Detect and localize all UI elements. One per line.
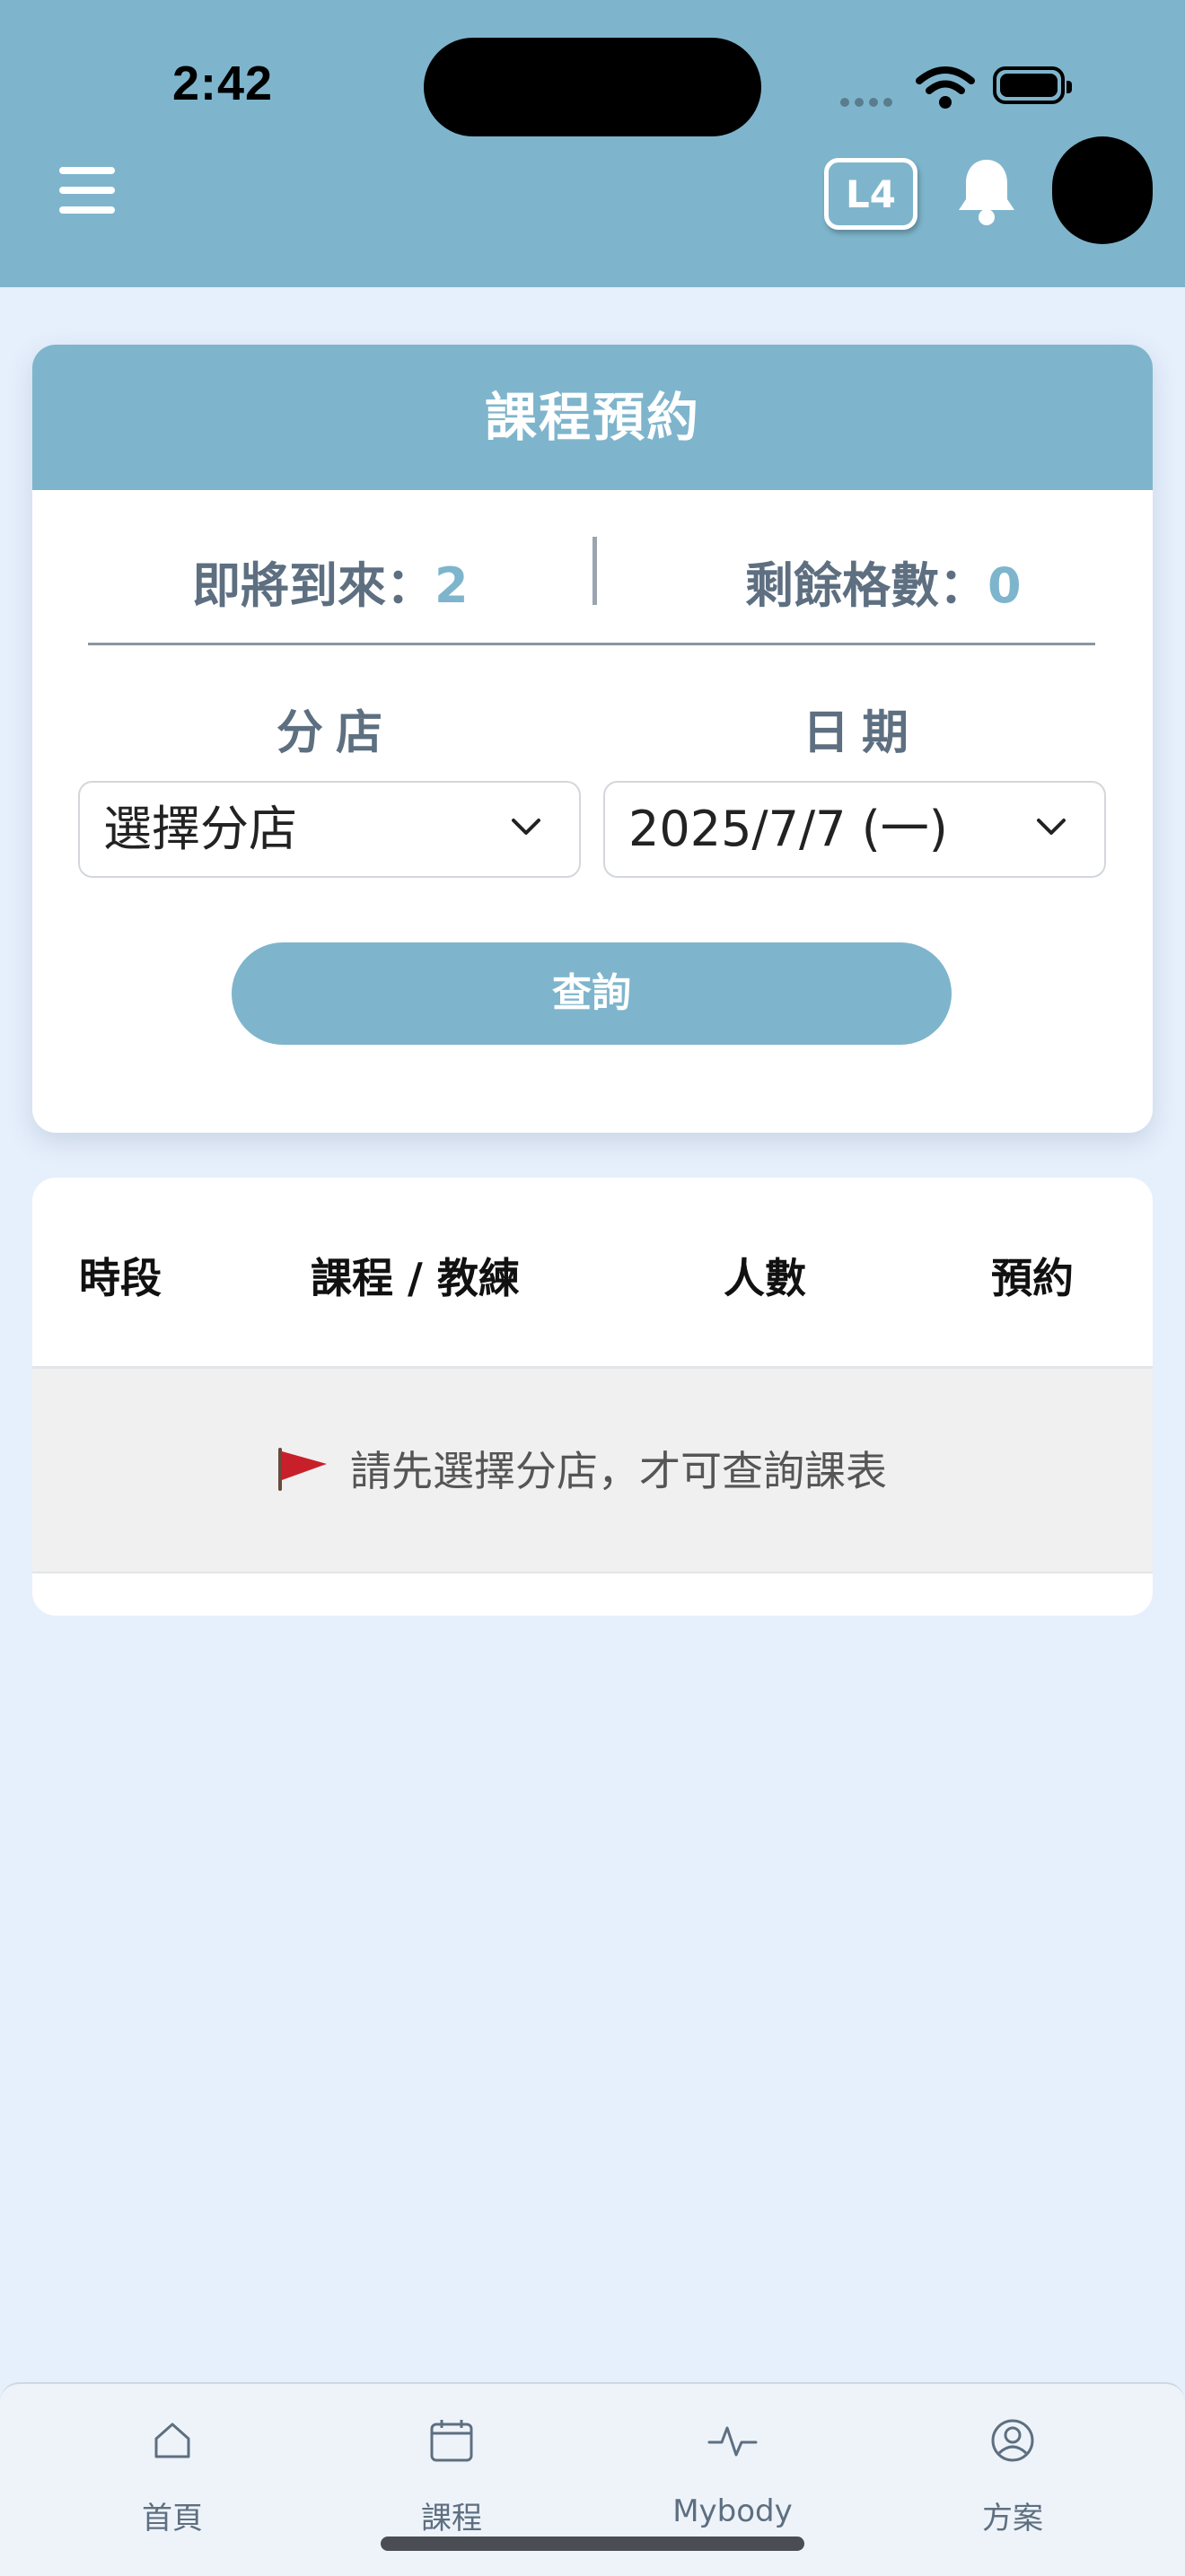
menu-icon[interactable] xyxy=(59,167,115,217)
remaining-stat: 剩餘格數：0 xyxy=(745,546,1022,617)
tab-plans-label: 方案 xyxy=(982,2501,1043,2537)
chevron-down-icon xyxy=(1037,819,1066,835)
upcoming-value: 2 xyxy=(434,557,469,614)
branch-label: 分店 xyxy=(276,706,396,760)
upcoming-label: 即將到來： xyxy=(192,557,434,614)
tab-home-label: 首頁 xyxy=(142,2501,203,2537)
tab-mybody-label: Mybody xyxy=(672,2493,793,2529)
schedule-table: 時段 課程 / 教練 人數 預約 請先選擇分店，才可查詢課表 xyxy=(32,1178,1153,1616)
remaining-label: 剩餘格數： xyxy=(745,557,988,614)
branch-select[interactable]: 選擇分店 xyxy=(78,781,581,878)
cellular-signal-icon xyxy=(840,93,898,110)
user-circle-icon xyxy=(991,2419,1034,2462)
red-flag-icon xyxy=(278,1448,327,1491)
chevron-down-icon xyxy=(512,819,540,835)
tab-home[interactable]: 首頁 xyxy=(83,2409,262,2537)
date-label: 日期 xyxy=(803,706,922,760)
query-button[interactable]: 查詢 xyxy=(232,942,952,1045)
bell-icon[interactable] xyxy=(955,156,1018,226)
tab-courses[interactable]: 課程 xyxy=(362,2409,541,2537)
tab-courses-label: 課程 xyxy=(421,2501,482,2537)
upcoming-stat: 即將到來：2 xyxy=(192,546,469,617)
battery-icon xyxy=(993,66,1072,104)
tab-mybody[interactable]: Mybody xyxy=(643,2409,822,2529)
branch-select-value: 選擇分店 xyxy=(103,801,297,857)
calendar-icon xyxy=(430,2420,473,2462)
column-header-course: 課程 / 教練 xyxy=(311,1254,520,1302)
stats-divider xyxy=(592,537,597,605)
tab-plans[interactable]: 方案 xyxy=(923,2409,1102,2537)
app-header: 2:42 L4 xyxy=(0,0,1185,287)
home-indicator xyxy=(381,2537,804,2551)
wifi-icon xyxy=(916,66,975,109)
column-header-count: 人數 xyxy=(724,1254,806,1302)
divider xyxy=(88,643,1095,645)
level-badge[interactable]: L4 xyxy=(824,158,917,230)
dynamic-island xyxy=(424,38,761,136)
empty-state-message: 請先選擇分店，才可查詢課表 xyxy=(275,1439,887,1498)
booking-title: 課程預約 xyxy=(32,345,1153,490)
remaining-value: 0 xyxy=(988,557,1022,614)
booking-stats: 即將到來：2 剩餘格數：0 xyxy=(32,490,1153,646)
date-select[interactable]: 2025/7/7 (一) xyxy=(603,781,1106,878)
avatar[interactable] xyxy=(1052,136,1153,244)
date-select-value: 2025/7/7 (一) xyxy=(628,801,948,857)
column-header-time: 時段 xyxy=(79,1254,162,1302)
booking-card: 課程預約 即將到來：2 剩餘格數：0 分店 日期 選擇分店 2025/7/7 (… xyxy=(32,345,1153,1133)
status-time: 2:42 xyxy=(172,57,274,110)
activity-icon xyxy=(707,2426,758,2457)
home-icon xyxy=(154,2423,190,2458)
column-header-reserve: 預約 xyxy=(991,1254,1074,1302)
empty-state-row: 請先選擇分店，才可查詢課表 xyxy=(32,1369,1153,1573)
empty-state-text: 請先選擇分店，才可查詢課表 xyxy=(350,1447,887,1495)
